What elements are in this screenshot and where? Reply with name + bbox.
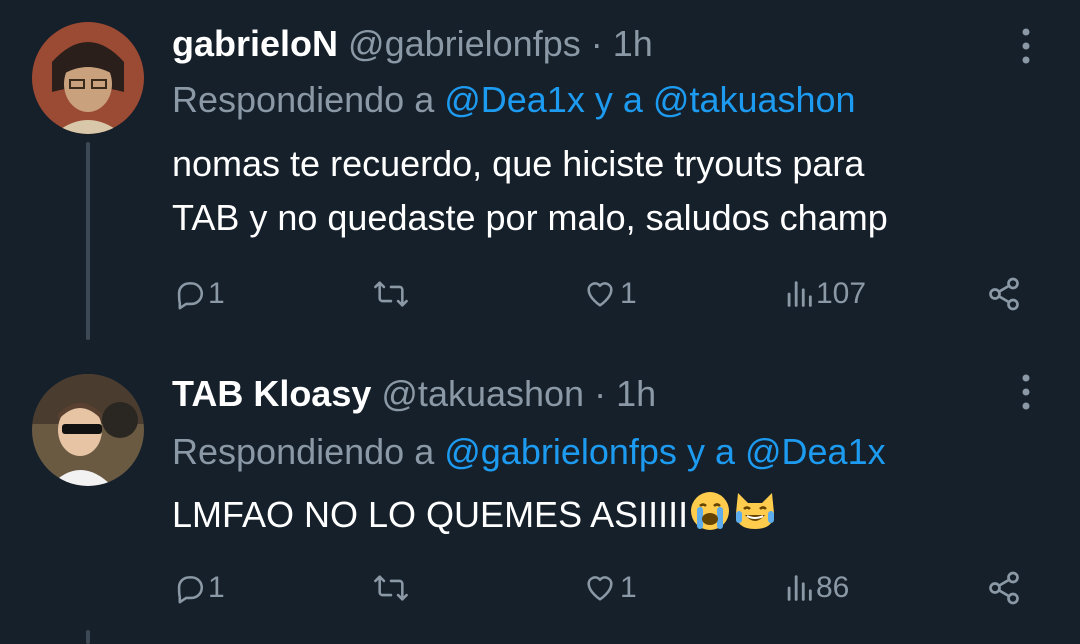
loudly-crying-face-icon	[688, 489, 732, 548]
reply-join: y a	[594, 79, 643, 120]
display-name[interactable]: gabrieloN	[172, 23, 338, 64]
mention-link[interactable]: @Dea1x	[745, 431, 886, 472]
like-count: 1	[620, 571, 637, 604]
tweet-header: TAB Kloasy @takuashon · 1h	[172, 372, 656, 416]
retweet-icon	[374, 575, 408, 601]
timestamp[interactable]: 1h	[613, 23, 653, 64]
reply-prefix: Respondiendo a	[172, 431, 435, 472]
replying-to: Respondiendo a @Dea1x y a @takuashon	[172, 78, 856, 122]
reply-button[interactable]: 1	[172, 272, 225, 316]
grinning-cat-face-icon	[732, 489, 778, 548]
share-icon	[989, 571, 1019, 605]
reply-icon	[177, 576, 204, 604]
heart-icon	[587, 576, 613, 601]
heart-icon	[587, 282, 613, 307]
views-icon	[787, 281, 812, 307]
user-handle[interactable]: @gabrielonfps	[348, 23, 581, 64]
user-handle[interactable]: @takuashon	[381, 373, 584, 414]
mention-link[interactable]: @takuashon	[653, 79, 856, 120]
thread-connector	[86, 142, 90, 340]
retweet-button[interactable]	[372, 566, 412, 610]
retweet-button[interactable]	[372, 272, 412, 316]
view-count: 86	[816, 571, 850, 604]
more-options-icon[interactable]	[1014, 26, 1038, 66]
tweet-text-line: TAB y no quedaste por malo, saludos cham…	[172, 197, 888, 238]
tweet-actions: 1 1 86	[172, 566, 1032, 610]
avatar[interactable]	[32, 374, 144, 486]
retweet-icon	[374, 281, 408, 307]
avatar[interactable]	[32, 22, 144, 134]
display-name[interactable]: TAB Kloasy	[172, 373, 371, 414]
share-button[interactable]	[986, 272, 1022, 316]
more-options-icon[interactable]	[1014, 372, 1038, 412]
views-icon	[787, 575, 812, 601]
mention-link[interactable]: @Dea1x	[444, 79, 585, 120]
reply-icon	[177, 282, 204, 310]
tweet-text-line: nomas te recuerdo, que hiciste tryouts p…	[172, 143, 865, 184]
like-button[interactable]: 1	[582, 566, 637, 610]
views-button[interactable]: 86	[784, 566, 849, 610]
tweet-text: nomas te recuerdo, que hiciste tryouts p…	[172, 137, 1052, 245]
tweet-text: LMFAO NO LO QUEMES ASIIIII	[172, 488, 1052, 548]
tweet-actions: 1 1 107	[172, 272, 1032, 316]
share-icon	[989, 277, 1019, 311]
reply-count: 1	[208, 571, 225, 604]
reply-button[interactable]: 1	[172, 566, 225, 610]
separator-dot: ·	[590, 23, 603, 64]
tweet-text-line: LMFAO NO LO QUEMES ASIIIII	[172, 494, 689, 535]
reply-count: 1	[208, 277, 225, 310]
reply-join: y a	[686, 431, 735, 472]
views-button[interactable]: 107	[784, 272, 866, 316]
separator-dot: ·	[594, 373, 607, 414]
timestamp[interactable]: 1h	[616, 373, 656, 414]
tweet-header: gabrieloN @gabrielonfps · 1h	[172, 22, 653, 66]
share-button[interactable]	[986, 566, 1022, 610]
mention-link[interactable]: @gabrielonfps	[444, 431, 677, 472]
like-button[interactable]: 1	[582, 272, 637, 316]
thread-connector-bottom	[86, 630, 90, 644]
like-count: 1	[620, 277, 637, 310]
reply-prefix: Respondiendo a	[172, 79, 435, 120]
replying-to: Respondiendo a @gabrielonfps y a @Dea1x	[172, 430, 886, 474]
view-count: 107	[816, 277, 867, 310]
